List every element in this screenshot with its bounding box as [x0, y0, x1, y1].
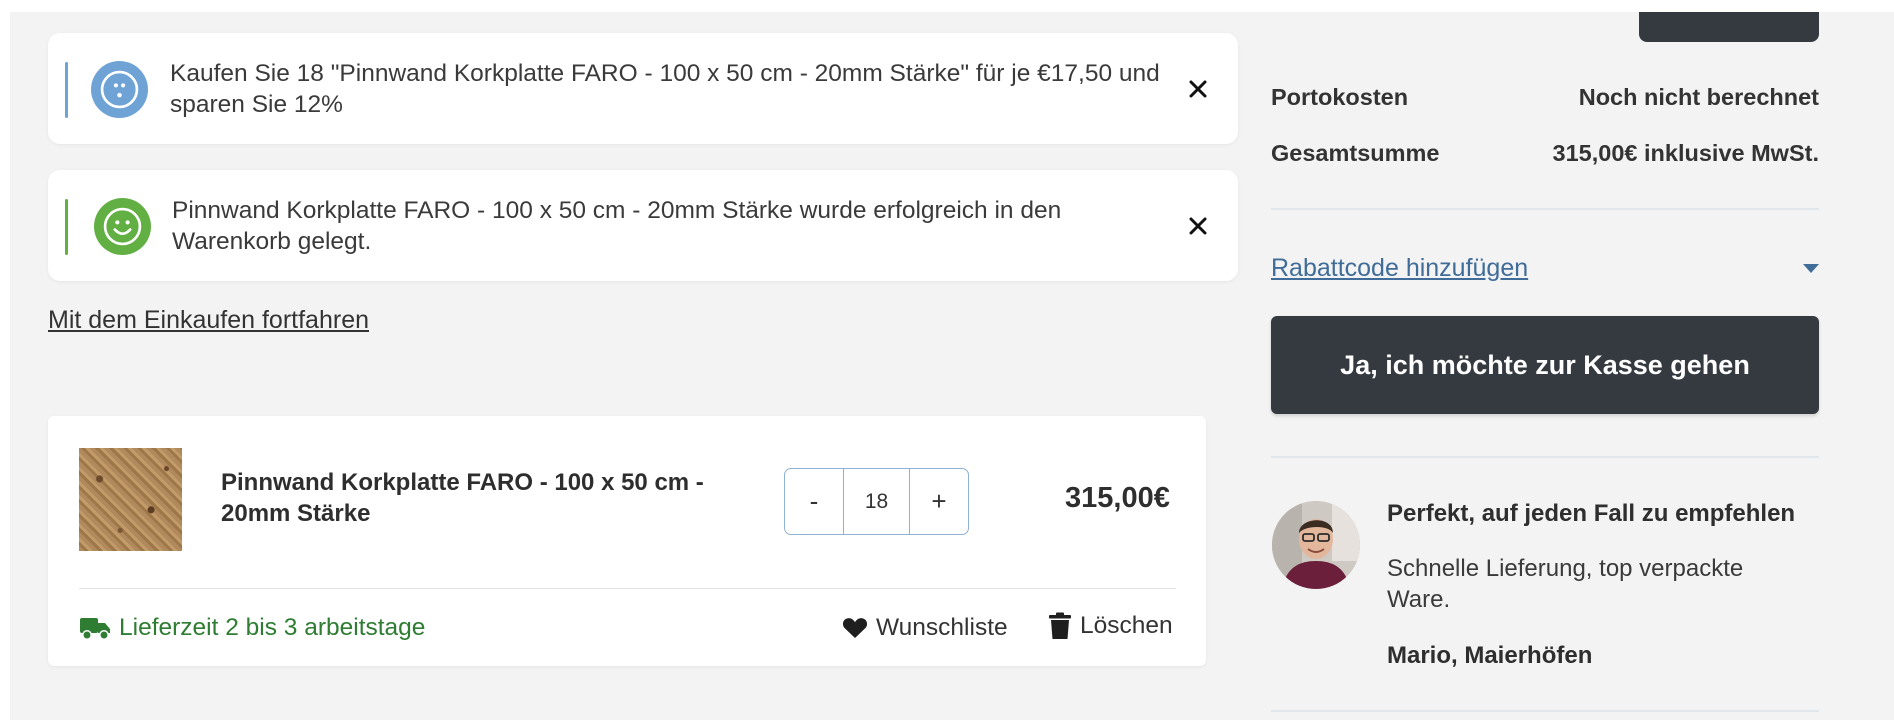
wishlist-label: Wunschliste [876, 614, 1008, 641]
truck-icon [80, 618, 110, 640]
trash-icon [1049, 612, 1071, 639]
cork-board-thumbnail[interactable] [79, 448, 182, 551]
total-label: Gesamtsumme [1271, 140, 1440, 166]
coupon-toggle[interactable]: Rabattcode hinzufügen [1271, 254, 1819, 283]
cart-item: Pinnwand Korkplatte FARO - 100 x 50 cm -… [48, 416, 1206, 666]
continue-shopping-link[interactable]: Mit dem Einkaufen fortfahren [48, 306, 369, 335]
review-title: Perfekt, auf jeden Fall zu empfehlen [1387, 500, 1796, 527]
delivery-label: Lieferzeit 2 bis 3 arbeitstage [119, 614, 426, 641]
total-row: Gesamtsumme 315,00€ inklusive MwSt. [1271, 140, 1819, 167]
top-button-partial[interactable] [1639, 12, 1819, 42]
notice-message: Pinnwand Korkplatte FARO - 100 x 50 cm -… [172, 197, 1062, 255]
divider [79, 588, 1176, 589]
delete-button[interactable]: Löschen [1048, 612, 1173, 640]
quantity-stepper: - 18 + [784, 468, 969, 535]
info-smiley-icon [91, 61, 148, 118]
decrease-quantity-button[interactable]: - [785, 469, 843, 534]
close-icon[interactable] [1184, 212, 1212, 240]
divider [1271, 208, 1819, 210]
notice-message: Kaufen Sie 18 "Pinnwand Korkplatte FARO … [170, 60, 1160, 118]
coupon-link[interactable]: Rabattcode hinzufügen [1271, 254, 1528, 283]
discount-notice: Kaufen Sie 18 "Pinnwand Korkplatte FARO … [48, 33, 1238, 144]
delete-label: Löschen [1080, 612, 1173, 639]
increase-quantity-button[interactable]: + [910, 469, 968, 534]
added-to-cart-notice: Pinnwand Korkplatte FARO - 100 x 50 cm -… [48, 170, 1238, 281]
quantity-input[interactable]: 18 [843, 469, 910, 534]
notice-accent-bar [65, 62, 68, 118]
item-price: 315,00€ [1065, 482, 1170, 514]
heart-icon [842, 618, 868, 638]
shipping-value: Noch nicht berechnet [1578, 84, 1819, 110]
avatar [1272, 501, 1360, 589]
wishlist-button[interactable]: Wunschliste [842, 614, 1008, 642]
smiley-icon [94, 198, 151, 255]
delivery-time: Lieferzeit 2 bis 3 arbeitstage [79, 614, 425, 642]
product-name[interactable]: Pinnwand Korkplatte FARO - 100 x 50 cm -… [221, 467, 741, 529]
notice-accent-bar [65, 199, 68, 255]
total-value: 315,00€ inklusive MwSt. [1552, 140, 1819, 166]
review-author: Mario, Maierhöfen [1387, 642, 1593, 669]
chevron-down-icon[interactable] [1803, 264, 1819, 273]
divider [1271, 456, 1819, 458]
shipping-row: Portokosten Noch nicht berechnet [1271, 84, 1819, 111]
divider [1271, 710, 1819, 712]
checkout-button[interactable]: Ja, ich möchte zur Kasse gehen [1271, 316, 1819, 414]
shipping-label: Portokosten [1271, 84, 1409, 110]
review-text: Schnelle Lieferung, top verpackte Ware. [1387, 555, 1744, 613]
close-icon[interactable] [1184, 75, 1212, 103]
